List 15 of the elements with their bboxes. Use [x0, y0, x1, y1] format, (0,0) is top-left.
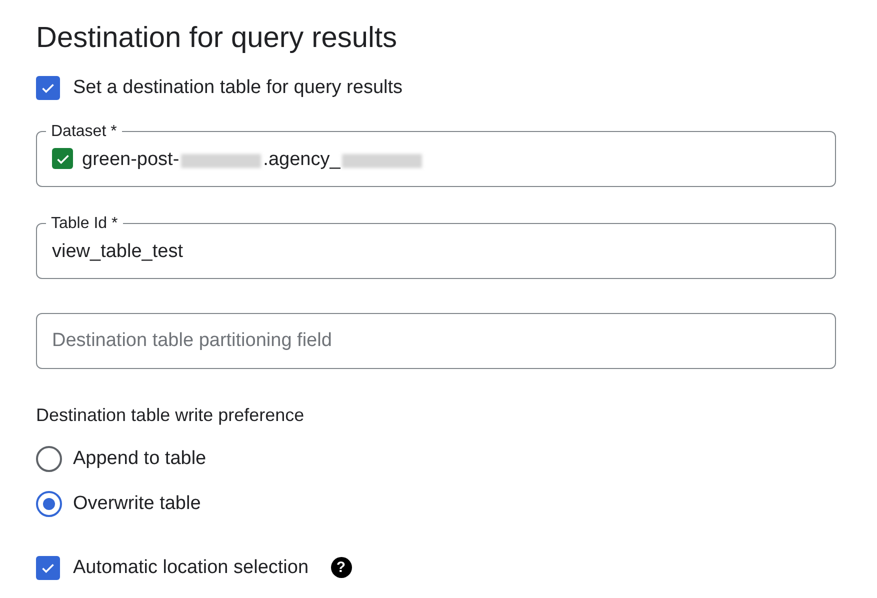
field-value: green-post- [82, 148, 180, 172]
help-icon[interactable]: ? [330, 557, 352, 578]
input-field[interactable]: Destination table partitioning field [36, 312, 836, 368]
radio-button[interactable] [36, 446, 62, 472]
checkbox[interactable] [36, 76, 60, 100]
radio-label: Append to table [73, 446, 206, 470]
field-value: view_table_test [52, 240, 183, 264]
checkbox[interactable] [36, 556, 60, 580]
field-value: .agency_ [263, 148, 340, 172]
section-title: Destination for query results [36, 21, 398, 56]
checkbox-label: Set a destination table for query results [73, 76, 403, 100]
radio-button[interactable] [36, 491, 62, 518]
radio-label: Overwrite table [73, 492, 201, 516]
group-label: Destination table write preference [36, 404, 306, 427]
checkbox-label: Automatic location selection [73, 556, 309, 580]
